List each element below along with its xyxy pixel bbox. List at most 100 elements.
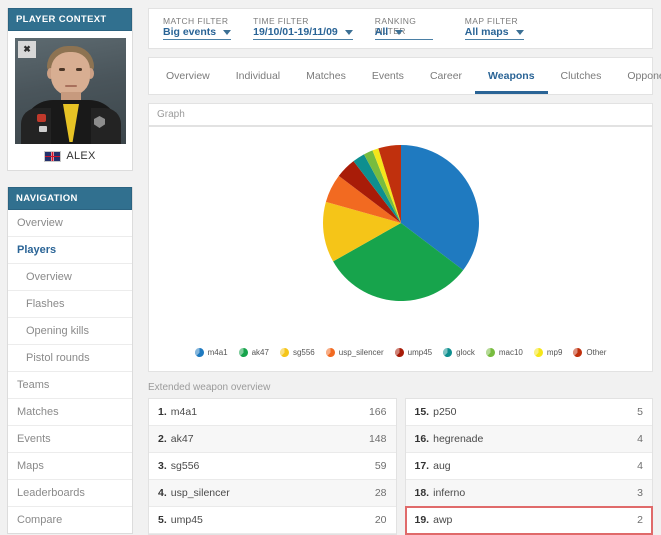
legend-item-glock[interactable]: glock: [443, 348, 475, 357]
chevron-down-icon: [515, 30, 524, 35]
player-identity: ALEX: [15, 144, 125, 164]
sidebar-item-matches[interactable]: Matches: [8, 399, 132, 426]
player-context-panel: PLAYER CONTEXT ✖ ALEX: [7, 8, 133, 171]
portrait-jersey-badge: [37, 114, 46, 122]
table-row[interactable]: 15. p250 5: [405, 399, 652, 426]
table-row-label: 3. sg556: [158, 460, 199, 472]
player-context-header: PLAYER CONTEXT: [8, 8, 132, 31]
table-row[interactable]: 3. sg556 59: [149, 453, 396, 480]
legend-item-mac10[interactable]: mac10: [485, 348, 523, 357]
table-row[interactable]: 1. m4a1 166: [149, 399, 396, 426]
weapon-name: usp_silencer: [170, 487, 230, 499]
legend-item-m4a1[interactable]: m4a1: [194, 348, 228, 357]
portrait-eye-left: [59, 68, 65, 71]
legend-label: glock: [456, 348, 475, 357]
tab-opponents[interactable]: Opponents: [614, 58, 661, 94]
sidebar-item-overview[interactable]: Overview: [8, 210, 132, 237]
tab-individual[interactable]: Individual: [223, 58, 293, 94]
sidebar-item-events[interactable]: Events: [8, 426, 132, 453]
weapon-name: aug: [433, 460, 451, 472]
portrait-shoulder-right: [91, 108, 121, 144]
tab-events[interactable]: Events: [359, 58, 417, 94]
table-row-label: 1. m4a1: [158, 406, 197, 418]
pie-marker-icon: [394, 348, 404, 357]
legend-item-sg556[interactable]: sg556: [279, 348, 315, 357]
table-row-label: 4. usp_silencer: [158, 487, 230, 499]
rank-number: 4.: [158, 487, 167, 499]
navigation-panel: NAVIGATION Overview Players Overview Flashe…: [7, 187, 133, 534]
sidebar-item-flashes[interactable]: Flashes: [8, 291, 132, 318]
portrait-mouth: [65, 85, 77, 87]
pie-marker-icon: [325, 348, 335, 357]
table-row-label: 15. p250: [415, 406, 457, 418]
rank-number: 16.: [414, 433, 430, 445]
table-row[interactable]: 5. ump45 20: [149, 507, 396, 534]
chevron-down-icon: [223, 30, 232, 35]
extended-overview-tables: 1. m4a1 166 2. ak47 148 3. sg556 59 4. usp_silence…: [148, 398, 653, 535]
tab-matches[interactable]: Matches: [293, 58, 359, 94]
sidebar-item-overview[interactable]: Overview: [8, 264, 132, 291]
filter-dropdown-time-filter[interactable]: 19/10/01-19/11/09: [253, 26, 353, 40]
weapon-name: hegrenade: [433, 433, 484, 445]
sidebar-item-opening-kills[interactable]: Opening kills: [8, 318, 132, 345]
rank-number: 19.: [414, 514, 430, 526]
tab-overview[interactable]: Overview: [153, 58, 223, 94]
sidebar-item-players[interactable]: Players: [8, 237, 132, 264]
close-icon[interactable]: ✖: [18, 41, 36, 58]
tab-career[interactable]: Career: [417, 58, 475, 94]
filter-dropdown-match-filter[interactable]: Big events: [163, 26, 232, 40]
uk-flag-icon: [44, 150, 62, 162]
rank-number: 2.: [158, 433, 167, 445]
legend-item-usp_silencer[interactable]: usp_silencer: [325, 348, 384, 357]
legend-item-Other[interactable]: Other: [573, 348, 606, 357]
legend-item-mp9[interactable]: mp9: [533, 348, 562, 357]
tab-weapons[interactable]: Weapons: [475, 58, 548, 94]
main-content: MATCH FILTER Big events TIME FILTER 19/10/0…: [140, 0, 661, 535]
legend-label: mac10: [498, 348, 523, 357]
sidebar-item-compare[interactable]: Compare: [8, 507, 132, 533]
sidebar-item-teams[interactable]: Teams: [8, 372, 132, 399]
pie-marker-icon: [279, 348, 289, 357]
pie-marker-icon: [194, 348, 204, 357]
table-row-label: 19. awp: [415, 514, 453, 526]
weapon-kill-count: 28: [374, 487, 387, 499]
table-row[interactable]: 19. awp 2: [404, 506, 653, 535]
filter-ranking-filter: RANKING FILTER All: [374, 16, 439, 42]
weapon-kill-count: 59: [374, 460, 387, 472]
rank-number: 5.: [158, 514, 167, 526]
table-row[interactable]: 16. hegrenade 4: [405, 426, 652, 453]
filter-match-filter: MATCH FILTER Big events: [163, 16, 232, 42]
legend-item-ak47[interactable]: ak47: [238, 348, 269, 357]
weapon-name: awp: [433, 514, 453, 526]
legend-label: ump45: [407, 348, 433, 357]
portrait-eye-right: [76, 68, 82, 71]
weapon-kill-count: 5: [637, 406, 643, 418]
table-row[interactable]: 2. ak47 148: [149, 426, 396, 453]
filter-value-ranking-filter: All: [374, 26, 389, 38]
filter-value-time-filter: 19/10/01-19/11/09: [253, 26, 338, 38]
rank-number: 3.: [158, 460, 167, 472]
weapon-name: sg556: [170, 460, 200, 472]
pie-marker-icon: [533, 348, 543, 357]
sidebar-item-maps[interactable]: Maps: [8, 453, 132, 480]
page-root: PLAYER CONTEXT ✖ ALEX NAVIGATION Overvie…: [0, 0, 661, 535]
sidebar-item-leaderboards[interactable]: Leaderboards: [8, 480, 132, 507]
rank-number: 15.: [414, 406, 430, 418]
weapon-name: p250: [433, 406, 457, 418]
tab-clutches[interactable]: Clutches: [548, 58, 615, 94]
pie-marker-icon: [573, 348, 583, 357]
graph-caption: Graph: [157, 109, 185, 120]
graph-panel: m4a1 ak47 sg556 usp_silencer ump45 glock mac10…: [148, 126, 653, 372]
sidebar-item-pistol-rounds[interactable]: Pistol rounds: [8, 345, 132, 372]
extended-overview-left-column: 1. m4a1 166 2. ak47 148 3. sg556 59 4. usp_silence…: [148, 398, 397, 535]
legend-label: Other: [586, 348, 607, 357]
legend-item-ump45[interactable]: ump45: [394, 348, 433, 357]
pie-marker-icon: [238, 348, 248, 357]
table-row[interactable]: 4. usp_silencer 28: [149, 480, 396, 507]
filter-dropdown-map-filter[interactable]: All maps: [464, 26, 524, 40]
table-row[interactable]: 18. inferno 3: [405, 480, 652, 507]
weapon-name: ak47: [170, 433, 194, 445]
filter-dropdown-ranking-filter[interactable]: All: [374, 26, 433, 40]
table-row[interactable]: 17. aug 4: [405, 453, 652, 480]
weapon-usage-pie-chart: [322, 145, 479, 301]
